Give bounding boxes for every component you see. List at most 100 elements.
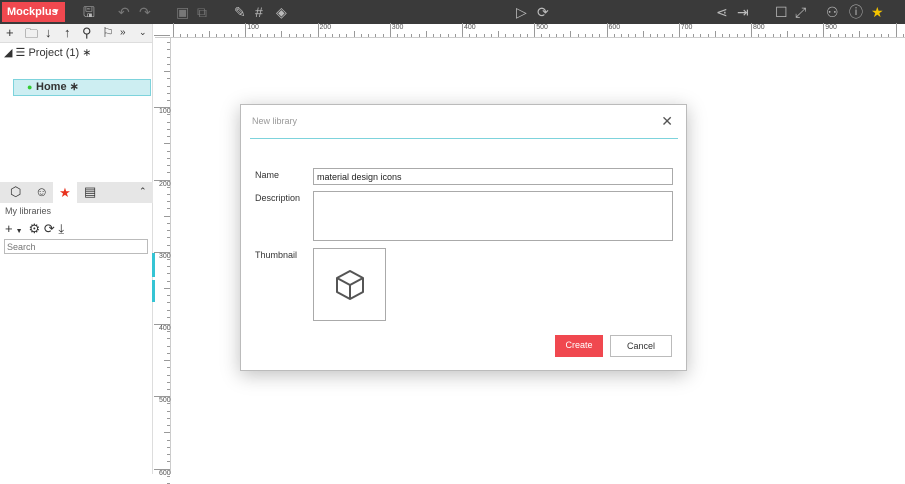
ruler-tick xyxy=(167,374,170,376)
user-icon[interactable]: ⚇ xyxy=(826,3,839,21)
tab-masters-icon[interactable]: ▤ xyxy=(84,184,96,200)
ruler-tick xyxy=(167,85,170,87)
ruler-tick xyxy=(584,34,586,37)
tab-favorites-icon[interactable]: ★ xyxy=(53,182,77,203)
ruler-tick xyxy=(498,31,500,37)
tab-components-icon[interactable]: ⬡ xyxy=(10,184,21,200)
ruler-tick xyxy=(635,34,637,37)
ruler-tick xyxy=(830,34,832,37)
add-icon[interactable]: + xyxy=(6,25,14,40)
grid-icon[interactable]: # xyxy=(255,3,263,21)
ruler-tick xyxy=(167,150,170,152)
ruler-tick xyxy=(266,34,268,37)
ruler-tick xyxy=(167,230,170,232)
ruler-tick xyxy=(382,34,384,37)
name-input[interactable] xyxy=(313,168,673,185)
ruler-tick xyxy=(167,425,170,427)
paint-bucket-icon[interactable]: ◈ xyxy=(276,3,287,21)
ruler-tick xyxy=(167,295,170,297)
ruler-tick xyxy=(664,34,666,37)
star-avatar-icon[interactable]: ★ xyxy=(871,3,884,21)
ruler-tick xyxy=(164,143,170,145)
ruler-tick xyxy=(685,34,687,37)
ruler-tick xyxy=(700,34,702,37)
play-icon[interactable]: ▷ xyxy=(516,3,527,21)
collapse-up-icon[interactable]: ⌃ xyxy=(139,186,147,197)
ruler-tick xyxy=(548,34,550,37)
ruler-tick xyxy=(577,34,579,37)
save-icon[interactable]: 🖫 xyxy=(83,3,95,21)
ruler-tick xyxy=(469,34,471,37)
export-icon[interactable]: ⇥ xyxy=(737,3,749,21)
ruler-tick xyxy=(167,316,170,318)
ruler-tick xyxy=(859,31,861,37)
ruler-tick xyxy=(360,34,362,37)
top-toolbar: Mockplus ▼ 🖫 ↶ ↷ ▣ ⧉ ✎ # ◈ ▷ ⟳ ⋖ ⇥ ☐ ⤢ ⚇ … xyxy=(0,0,905,24)
window-icon[interactable]: ☐ xyxy=(775,3,788,21)
ruler-tick xyxy=(808,34,810,37)
brush-icon[interactable]: ✎ xyxy=(234,3,246,21)
ruler-tick xyxy=(519,34,521,37)
ruler-tick xyxy=(167,266,170,268)
move-down-icon[interactable]: ↓ xyxy=(45,25,52,40)
brand-menu-button[interactable]: Mockplus ▼ xyxy=(2,2,65,22)
flag-icon[interactable]: ⚐ xyxy=(102,25,114,41)
ruler-tick xyxy=(375,34,377,37)
library-tabs: ⬡ ☺ ★ ▤ ⌃ xyxy=(0,182,153,203)
ruler-tick xyxy=(167,367,170,369)
tree-project[interactable]: ◢ ☰ Project (1) ∗ xyxy=(4,46,91,59)
library-search-input[interactable] xyxy=(4,239,148,254)
tree-page-home[interactable]: ● Home ∗ xyxy=(13,79,151,96)
fullscreen-icon[interactable]: ⤢ xyxy=(795,3,806,21)
ruler-tick xyxy=(512,34,514,37)
more-icon[interactable]: » xyxy=(120,27,126,38)
ungroup-icon[interactable]: ⧉ xyxy=(197,3,207,21)
help-icon[interactable]: ⓘ xyxy=(849,3,863,21)
ruler-tick xyxy=(787,31,789,37)
ruler-tick xyxy=(167,201,170,203)
ruler-tick xyxy=(346,34,348,37)
pages-toolbar: + 🗀 ↓ ↑ ⚲ ⚐ » ⌄ xyxy=(0,24,152,43)
tab-emoji-icon[interactable]: ☺ xyxy=(35,184,48,199)
thumbnail-picker[interactable] xyxy=(313,248,386,321)
group-icon[interactable]: ▣ xyxy=(176,3,189,21)
move-up-icon[interactable]: ↑ xyxy=(64,25,71,40)
ruler-label: 100 xyxy=(247,24,259,31)
undo-icon[interactable]: ↶ xyxy=(118,3,130,21)
redo-icon[interactable]: ↷ xyxy=(139,3,151,21)
ruler-tick xyxy=(693,34,695,37)
ruler-tick xyxy=(167,100,170,102)
download-icon[interactable]: ⤓ xyxy=(58,221,64,236)
collapse-icon[interactable]: ⌄ xyxy=(139,27,147,38)
ruler-tick xyxy=(649,34,651,37)
caret-down-icon[interactable]: ▼ xyxy=(16,228,23,235)
horizontal-ruler[interactable]: 100 200 300 400 500 600 700 800 900 xyxy=(155,23,905,38)
ruler-tick xyxy=(628,34,630,37)
vertical-ruler[interactable]: 100 200 300 400 500 600 xyxy=(154,35,171,484)
ruler-tick xyxy=(167,128,170,130)
ruler-tick xyxy=(295,34,297,37)
ruler-tick xyxy=(527,34,529,37)
ruler-tick xyxy=(331,34,333,37)
ruler-tick xyxy=(563,34,565,37)
close-icon[interactable]: ✕ xyxy=(661,113,673,130)
add-library-icon[interactable]: + xyxy=(5,221,13,236)
ruler-tick xyxy=(167,237,170,239)
resize-handle[interactable] xyxy=(152,280,155,302)
ruler-label: 900 xyxy=(825,24,837,31)
ruler-tick xyxy=(794,34,796,37)
sync-icon[interactable]: ⟳ xyxy=(537,3,549,21)
search-icon[interactable]: ⚲ xyxy=(82,25,92,41)
ruler-tick xyxy=(164,215,170,217)
create-button[interactable]: Create xyxy=(555,335,603,357)
ruler-tick xyxy=(167,49,170,51)
share-icon[interactable]: ⋖ xyxy=(716,3,728,21)
refresh-icon[interactable]: ⟳ xyxy=(44,221,55,236)
resize-handle[interactable] xyxy=(152,253,155,277)
ruler-tick xyxy=(873,34,875,37)
cancel-button[interactable]: Cancel xyxy=(610,335,672,357)
ruler-tick xyxy=(317,23,319,37)
ruler-tick xyxy=(765,34,767,37)
description-input[interactable] xyxy=(313,191,673,241)
settings-icon[interactable]: ⚙ xyxy=(29,221,41,236)
